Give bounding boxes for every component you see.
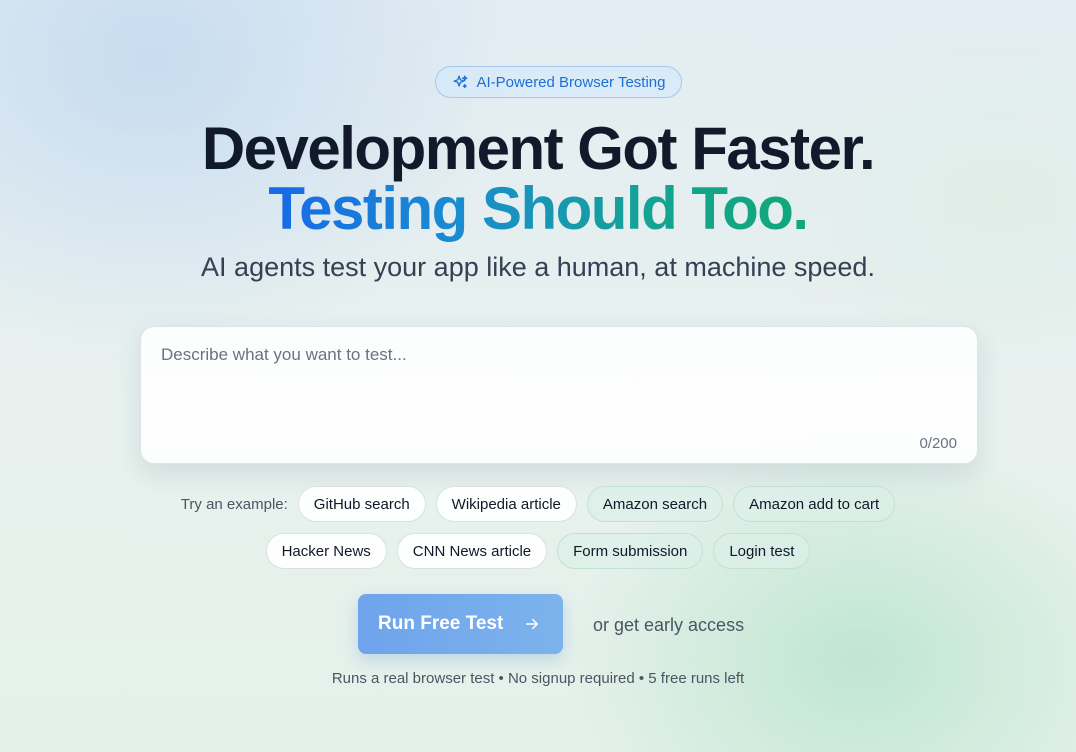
early-access-link[interactable]: or get early access (593, 615, 744, 636)
arrow-right-icon (523, 615, 541, 633)
hero-section: AI-Powered Browser Testing Development G… (0, 0, 1076, 752)
cta-row: Run Free Test or get early access (0, 594, 1076, 654)
badge-label: AI-Powered Browser Testing (476, 73, 666, 91)
ai-powered-badge: AI-Powered Browser Testing (435, 66, 682, 98)
test-description-card: 0/200 (140, 326, 978, 464)
footnote: Runs a real browser test • No signup req… (331, 670, 745, 687)
example-chip-login-test[interactable]: Login test (713, 533, 811, 569)
character-counter: 0/200 (919, 435, 957, 452)
subheadline: AI agents test your app like a human, at… (201, 252, 875, 282)
test-description-input[interactable] (141, 327, 977, 463)
example-chip-github-search[interactable]: GitHub search (297, 486, 426, 522)
example-chip-hacker-news[interactable]: Hacker News (265, 533, 387, 569)
headline-line-1: Development Got Faster. (201, 115, 876, 182)
try-example-label: Try an example: (180, 495, 288, 513)
example-chip-cnn-news-article[interactable]: CNN News article (396, 533, 548, 569)
examples-row-2: Hacker News CNN News article Form submis… (0, 533, 1076, 569)
example-chip-amazon-add-to-cart[interactable]: Amazon add to cart (733, 486, 896, 522)
sparkles-icon (452, 74, 469, 91)
run-free-test-button[interactable]: Run Free Test (358, 594, 563, 654)
headline-line-2-text: Testing Should Too. (268, 175, 809, 242)
example-chip-amazon-search[interactable]: Amazon search (586, 486, 724, 522)
run-free-test-label: Run Free Test (378, 613, 504, 634)
example-chip-form-submission[interactable]: Form submission (557, 533, 704, 569)
examples-row-1: Try an example: GitHub search Wikipedia … (0, 486, 1076, 522)
headline-line-2: Testing Should Too. (0, 176, 1076, 242)
example-chip-wikipedia-article[interactable]: Wikipedia article (435, 486, 577, 522)
